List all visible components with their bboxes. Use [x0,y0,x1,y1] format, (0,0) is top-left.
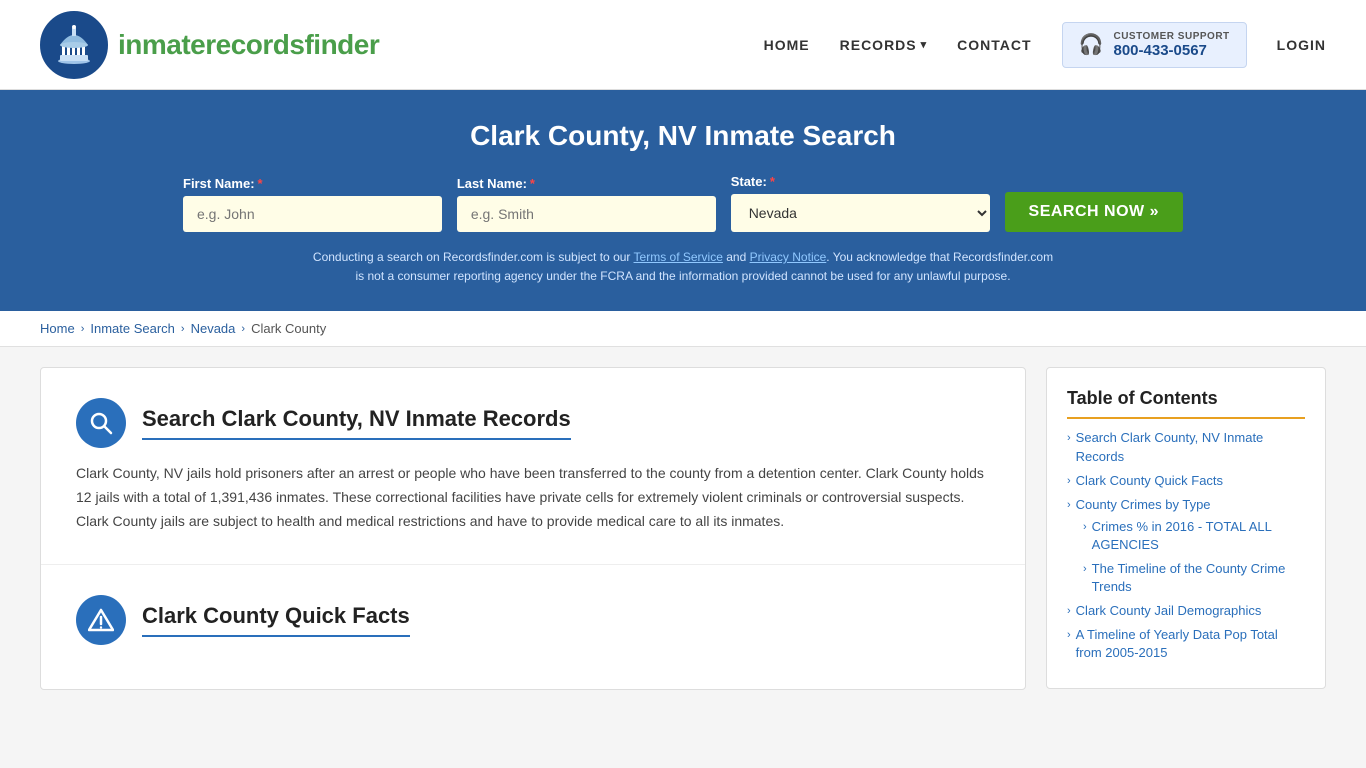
customer-support-box: 🎧 CUSTOMER SUPPORT 800-433-0567 [1062,22,1247,68]
toc-sub-list: › Crimes % in 2016 - TOTAL ALL AGENCIES … [1083,518,1305,596]
state-select[interactable]: Nevada [731,194,990,232]
section-search: Search Clark County, NV Inmate Records C… [41,368,1025,564]
last-name-input[interactable] [457,196,716,232]
toc-item-2: › Clark County Quick Facts [1067,472,1305,490]
section1-title: Search Clark County, NV Inmate Records [142,406,571,440]
breadcrumb: Home › Inmate Search › Nevada › Clark Co… [0,311,1366,347]
section1-body: Clark County, NV jails hold prisoners af… [76,462,990,533]
toc-item-5: › A Timeline of Yearly Data Pop Total fr… [1067,626,1305,662]
toc-link-2[interactable]: › Clark County Quick Facts [1067,472,1305,490]
nav-records[interactable]: RECORDS ▾ [840,37,928,53]
toc-sub-link-1[interactable]: › Crimes % in 2016 - TOTAL ALL AGENCIES [1083,518,1305,554]
breadcrumb-sep-2: › [181,323,185,335]
toc-sub-link-2[interactable]: › The Timeline of the County Crime Trend… [1083,560,1305,596]
first-name-label: First Name:* [183,176,263,191]
headset-icon: 🎧 [1079,32,1104,57]
support-number[interactable]: 800-433-0567 [1113,42,1229,59]
toc-item-3: › County Crimes by Type › Crimes % in 20… [1067,496,1305,596]
toc-link-1[interactable]: › Search Clark County, NV Inmate Records [1067,429,1305,465]
first-name-group: First Name:* [183,176,442,232]
main-content: Search Clark County, NV Inmate Records C… [0,347,1366,709]
breadcrumb-home[interactable]: Home [40,321,75,336]
search-section-icon [76,398,126,448]
toc-link-5[interactable]: › A Timeline of Yearly Data Pop Total fr… [1067,626,1305,662]
toc-caret-4: › [1067,604,1071,619]
info-section-icon [76,595,126,645]
nav-login[interactable]: LOGIN [1277,37,1326,53]
nav-home[interactable]: HOME [764,37,810,53]
first-name-input[interactable] [183,196,442,232]
support-label: CUSTOMER SUPPORT [1113,31,1229,42]
toc-link-3[interactable]: › County Crimes by Type [1067,496,1305,514]
nav-contact[interactable]: CONTACT [957,37,1031,53]
breadcrumb-sep-3: › [241,323,245,335]
records-dropdown-icon: ▾ [921,38,928,51]
sidebar-right: Table of Contents › Search Clark County,… [1046,367,1326,689]
site-header: inmaterecordsfinder HOME RECORDS ▾ CONTA… [0,0,1366,90]
toc-sub-caret-2: › [1083,562,1087,577]
section1-header: Search Clark County, NV Inmate Records [76,398,990,448]
breadcrumb-nevada[interactable]: Nevada [191,321,236,336]
toc-title: Table of Contents [1067,388,1305,419]
privacy-link[interactable]: Privacy Notice [750,250,827,264]
toc-caret-5: › [1067,628,1071,643]
main-nav: HOME RECORDS ▾ CONTACT 🎧 CUSTOMER SUPPOR… [764,22,1326,68]
breadcrumb-inmate-search[interactable]: Inmate Search [90,321,175,336]
toc-sub-item-2: › The Timeline of the County Crime Trend… [1083,560,1305,596]
search-button[interactable]: SEARCH NOW » [1005,192,1183,232]
toc-sub-caret-1: › [1083,520,1087,535]
hero-section: Clark County, NV Inmate Search First Nam… [0,90,1366,311]
content-left: Search Clark County, NV Inmate Records C… [40,367,1026,689]
state-label: State:* [731,174,775,189]
logo-area: inmaterecordsfinder [40,11,379,79]
hero-title: Clark County, NV Inmate Search [40,120,1326,152]
required-star-2: * [530,176,535,191]
section2-title: Clark County Quick Facts [142,603,410,637]
toc-list: › Search Clark County, NV Inmate Records… [1067,429,1305,662]
state-group: State:* Nevada [731,174,990,232]
terms-link[interactable]: Terms of Service [634,250,723,264]
hero-disclaimer: Conducting a search on Recordsfinder.com… [308,248,1058,286]
logo-text: inmaterecordsfinder [118,29,379,61]
toc-link-4[interactable]: › Clark County Jail Demographics [1067,602,1305,620]
logo-icon [40,11,108,79]
toc-sub-item-1: › Crimes % in 2016 - TOTAL ALL AGENCIES [1083,518,1305,554]
last-name-label: Last Name:* [457,176,535,191]
toc-caret-2: › [1067,474,1071,489]
toc-item-4: › Clark County Jail Demographics [1067,602,1305,620]
required-star-3: * [770,174,775,189]
toc-caret-1: › [1067,431,1071,446]
toc-box: Table of Contents › Search Clark County,… [1046,367,1326,689]
toc-caret-3: › [1067,498,1071,513]
breadcrumb-sep-1: › [81,323,85,335]
search-form: First Name:* Last Name:* State:* Nevada … [183,174,1183,232]
breadcrumb-clark-county: Clark County [251,321,326,336]
last-name-group: Last Name:* [457,176,716,232]
section2-header: Clark County Quick Facts [76,595,990,645]
section-quick-facts: Clark County Quick Facts [41,565,1025,689]
support-info: CUSTOMER SUPPORT 800-433-0567 [1113,31,1229,59]
toc-item-1: › Search Clark County, NV Inmate Records [1067,429,1305,465]
required-star: * [258,176,263,191]
